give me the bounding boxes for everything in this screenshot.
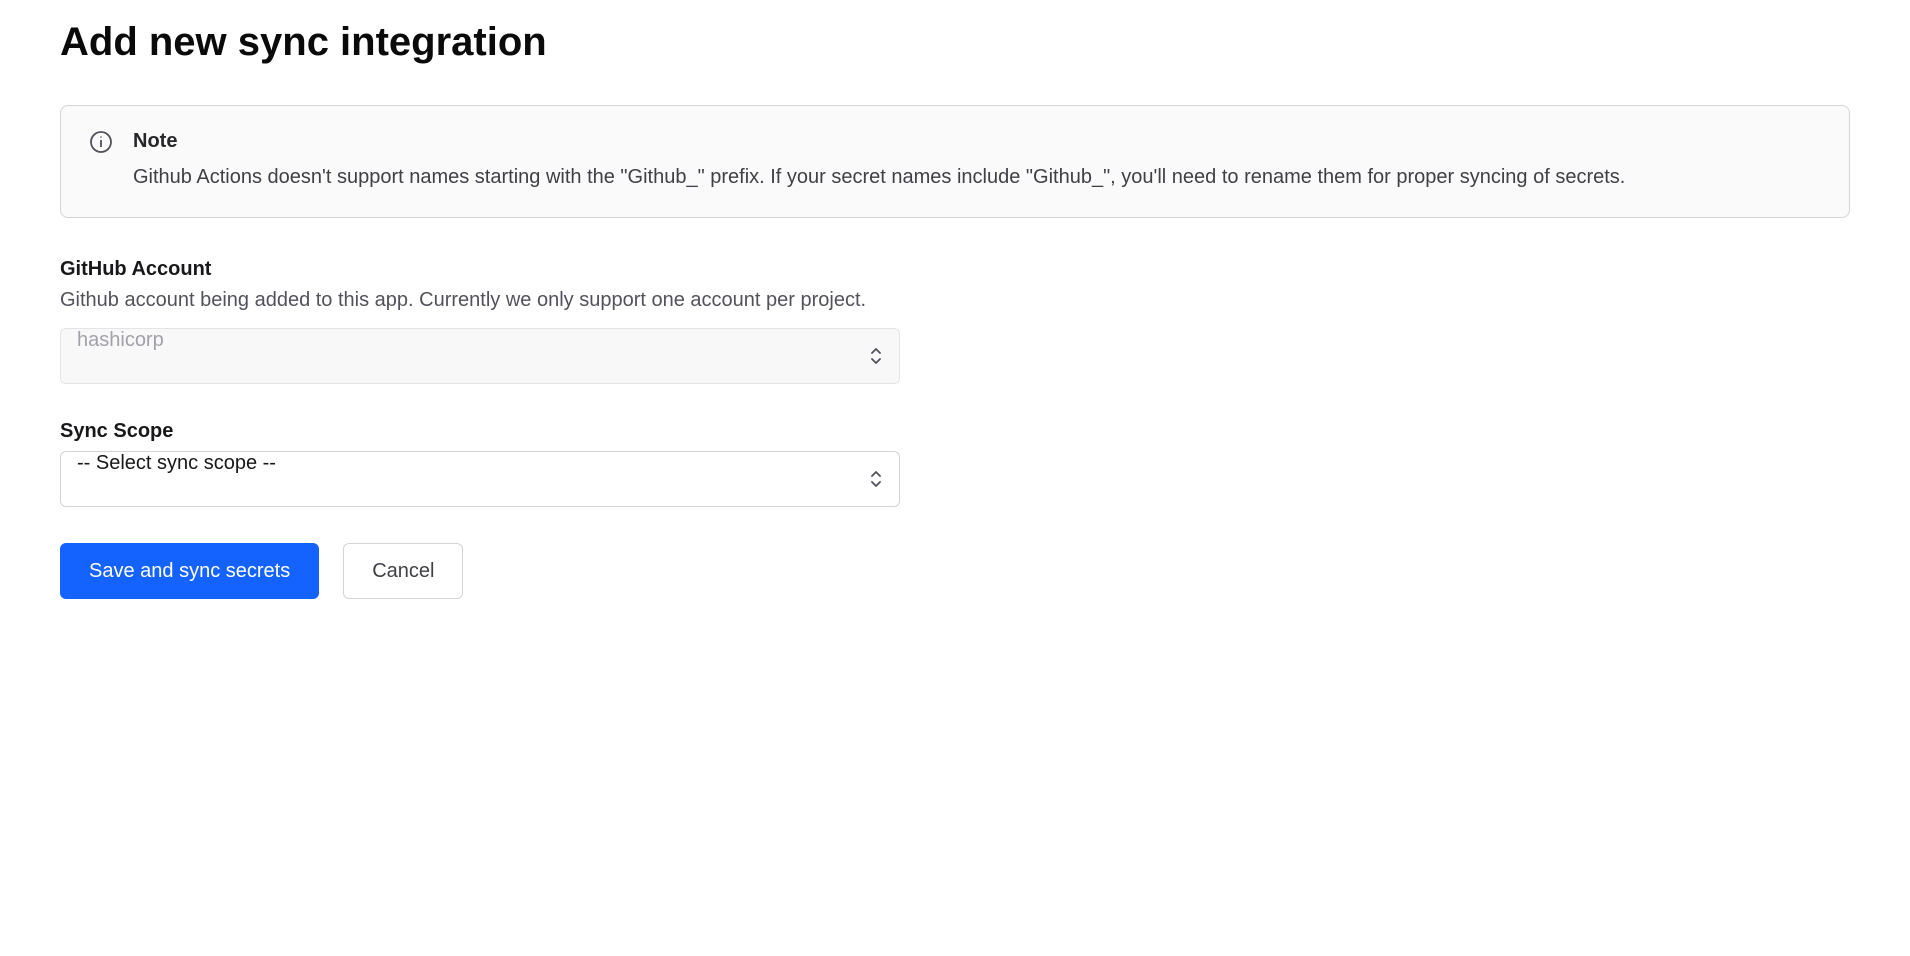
button-row: Save and sync secrets Cancel bbox=[60, 543, 1850, 599]
cancel-button[interactable]: Cancel bbox=[343, 543, 463, 599]
info-icon bbox=[89, 130, 113, 154]
note-title: Note bbox=[133, 130, 1821, 153]
sync-scope-select[interactable]: -- Select sync scope -- bbox=[60, 451, 900, 507]
save-button[interactable]: Save and sync secrets bbox=[60, 543, 319, 599]
sync-scope-label: Sync Scope bbox=[60, 420, 1850, 443]
sync-scope-field-group: Sync Scope -- Select sync scope -- bbox=[60, 420, 1850, 507]
github-account-label: GitHub Account bbox=[60, 258, 1850, 281]
note-banner: Note Github Actions doesn't support name… bbox=[60, 105, 1850, 218]
note-text: Github Actions doesn't support names sta… bbox=[133, 161, 1821, 193]
github-account-field-group: GitHub Account Github account being adde… bbox=[60, 258, 1850, 384]
github-account-description: Github account being added to this app. … bbox=[60, 289, 1850, 312]
page-title: Add new sync integration bbox=[60, 20, 1850, 65]
github-account-select[interactable]: hashicorp bbox=[60, 328, 900, 384]
